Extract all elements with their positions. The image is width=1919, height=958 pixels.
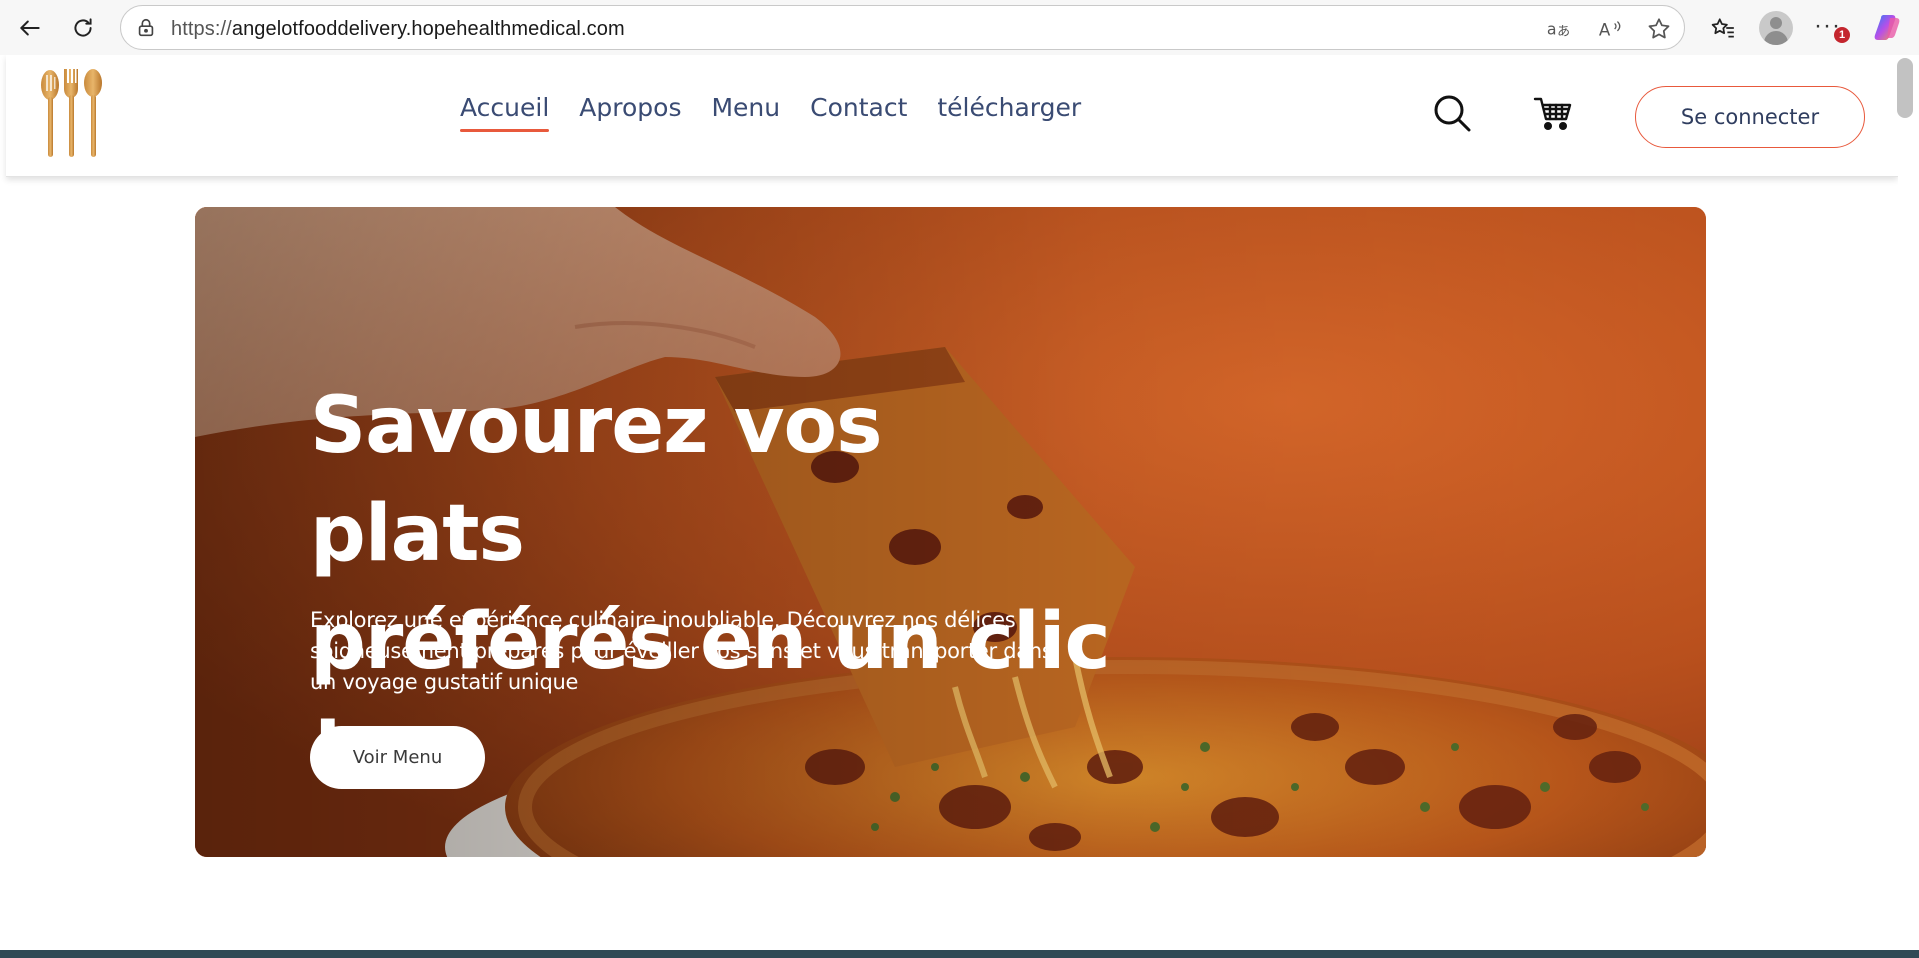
scrollbar-thumb[interactable] xyxy=(1897,58,1913,118)
refresh-button[interactable] xyxy=(63,8,103,48)
main-nav: Accueil Apropos Menu Contact télécharger xyxy=(460,93,1111,132)
utensils-logo[interactable] xyxy=(36,65,106,160)
nav-apropos[interactable]: Apropos xyxy=(579,93,681,132)
back-icon xyxy=(20,20,40,36)
login-button[interactable]: Se connecter xyxy=(1635,86,1865,148)
svg-text:あ: あ xyxy=(1557,25,1570,40)
avatar-body xyxy=(1764,31,1788,45)
favorite-star-icon[interactable] xyxy=(1645,15,1673,43)
cart-icon[interactable] xyxy=(1532,91,1576,135)
copilot-icon[interactable] xyxy=(1870,10,1904,44)
taskbar-edge xyxy=(0,950,1919,958)
avatar-head xyxy=(1770,17,1782,29)
lock-icon[interactable] xyxy=(135,17,157,39)
notification-badge: 1 xyxy=(1834,27,1850,43)
nav-telecharger[interactable]: télécharger xyxy=(937,93,1081,132)
nav-accueil[interactable]: Accueil xyxy=(460,93,550,132)
profile-icon[interactable] xyxy=(1759,11,1793,45)
address-bar[interactable]: https://angelotfooddelivery.hopehealthme… xyxy=(120,5,1685,50)
nav-contact[interactable]: Contact xyxy=(810,93,907,132)
translate-icon[interactable]: aあ xyxy=(1545,15,1573,43)
url-scheme: https:// xyxy=(171,18,232,40)
favorites-icon xyxy=(1711,18,1734,38)
favorites-button[interactable] xyxy=(1703,8,1743,48)
hero-banner: Savourez vos plats préférés en un clic !… xyxy=(195,207,1706,857)
nav-menu[interactable]: Menu xyxy=(711,93,780,132)
page-viewport: Accueil Apropos Menu Contact télécharger… xyxy=(0,55,1898,950)
hero-subtitle: Explorez une expérience culinaire inoubl… xyxy=(310,608,1053,694)
back-button[interactable] xyxy=(10,8,50,48)
read-aloud-icon[interactable]: A xyxy=(1596,15,1624,43)
svg-text:A: A xyxy=(1599,20,1611,40)
site-header: Accueil Apropos Menu Contact télécharger… xyxy=(6,55,1898,177)
hero-title-line1: Savourez vos plats xyxy=(310,381,883,579)
refresh-icon xyxy=(74,18,92,37)
voir-menu-button[interactable]: Voir Menu xyxy=(310,726,485,789)
scrollbar-track[interactable] xyxy=(1898,55,1919,950)
browser-toolbar: https://angelotfooddelivery.hopehealthme… xyxy=(0,0,1919,55)
url-host: angelotfooddelivery.hopehealthmedical.co… xyxy=(231,18,625,40)
search-icon[interactable] xyxy=(1430,91,1474,135)
url-text[interactable]: https://angelotfooddelivery.hopehealthme… xyxy=(171,18,625,41)
svg-text:a: a xyxy=(1547,20,1557,39)
